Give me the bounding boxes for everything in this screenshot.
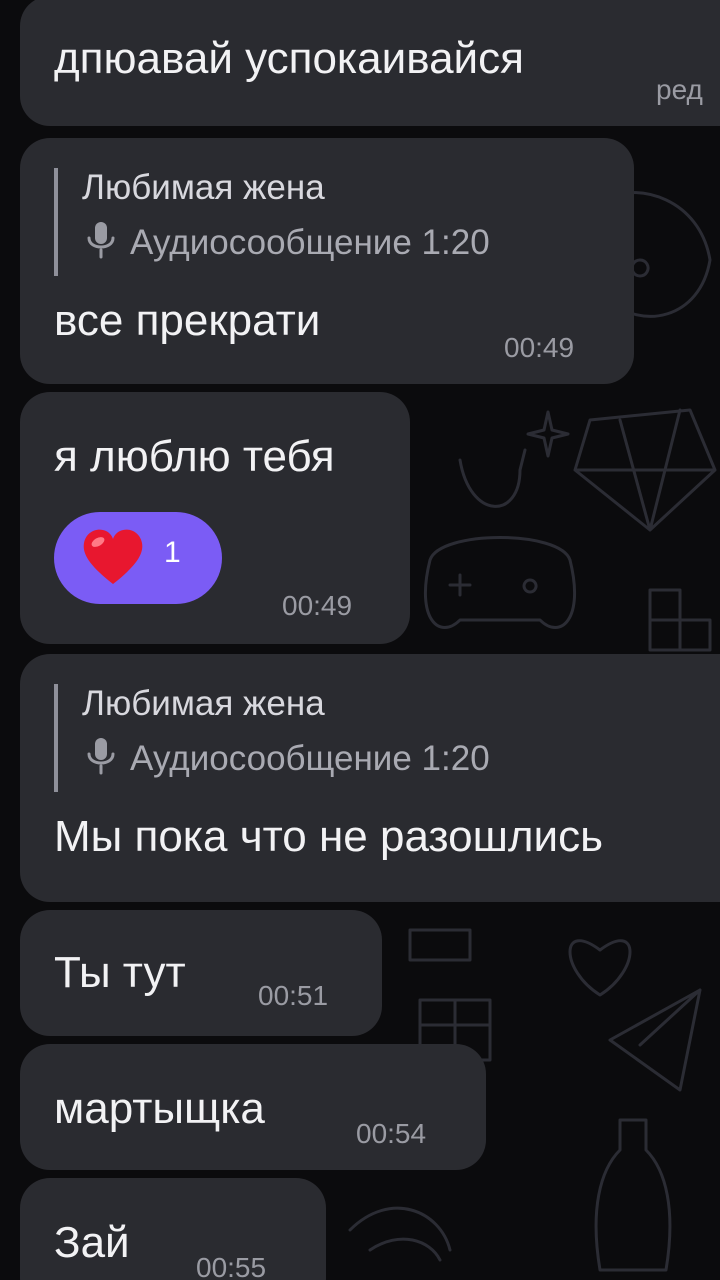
message-bubble[interactable]: Ты тут 00:51: [20, 910, 382, 1036]
blocks-doodle: [648, 588, 712, 652]
reply-quote[interactable]: Любимая жена Аудиосообщение 1:20: [54, 684, 490, 792]
reply-preview-text: Аудиосообщение 1:20: [130, 739, 490, 778]
message-bubble[interactable]: Любимая жена Аудиосообщение 1:20 все пре…: [20, 138, 634, 384]
message-bubble[interactable]: я люблю тебя 1 00:49: [20, 392, 410, 644]
reply-preview: Аудиосообщение 1:20: [82, 220, 490, 263]
message-text: я люблю тебя: [54, 432, 335, 481]
ticket-doodle: [408, 928, 472, 962]
message-time: 00:49: [282, 590, 353, 621]
heart-doodle: [568, 939, 632, 997]
plane-doodle: [608, 988, 702, 1092]
message-time: 00:51: [258, 980, 329, 1011]
gamepad-doodle: [424, 536, 576, 629]
reply-preview-text: Аудиосообщение 1:20: [130, 223, 490, 262]
message-text: Мы пока что не разошлись: [54, 812, 604, 861]
message-time: 00:49: [504, 332, 575, 363]
message-time: 00:55: [196, 1252, 267, 1280]
message-text: все прекрати: [54, 296, 321, 345]
reply-author: Любимая жена: [82, 168, 325, 207]
reply-preview: Аудиосообщение 1:20: [82, 736, 490, 779]
message-bubble[interactable]: Зай 00:55: [20, 1178, 326, 1280]
reply-quote[interactable]: Любимая жена Аудиосообщение 1:20: [54, 168, 490, 276]
bottle-doodle: [594, 1118, 672, 1272]
message-bubble[interactable]: мартыщка 00:54: [20, 1044, 486, 1170]
sparkle-doodle: [526, 410, 570, 458]
microphone-icon: [87, 738, 115, 775]
chat-view[interactable]: дпюавай успокаивайся ред Любимая жена Ау…: [0, 0, 720, 1280]
message-bubble[interactable]: Любимая жена Аудиосообщение 1:20 Мы пока…: [20, 654, 720, 902]
reaction-count: 1: [164, 536, 181, 569]
reply-author: Любимая жена: [82, 684, 325, 723]
reaction-badge[interactable]: 1: [54, 512, 222, 604]
message-time: 00:54: [356, 1118, 427, 1149]
microphone-icon: [87, 222, 115, 259]
message-text: Зай: [54, 1218, 130, 1267]
message-edited-label: ред: [656, 74, 703, 105]
knot-doodle: [348, 1206, 452, 1262]
hook-doodle: [458, 448, 527, 508]
message-text: мартыщка: [54, 1084, 265, 1133]
diamond-doodle: [573, 408, 717, 532]
heart-icon: [83, 529, 143, 584]
message-text: дпюавай успокаивайся: [54, 34, 524, 83]
message-text: Ты тут: [54, 948, 186, 997]
message-bubble[interactable]: дпюавай успокаивайся ред: [20, 0, 720, 126]
